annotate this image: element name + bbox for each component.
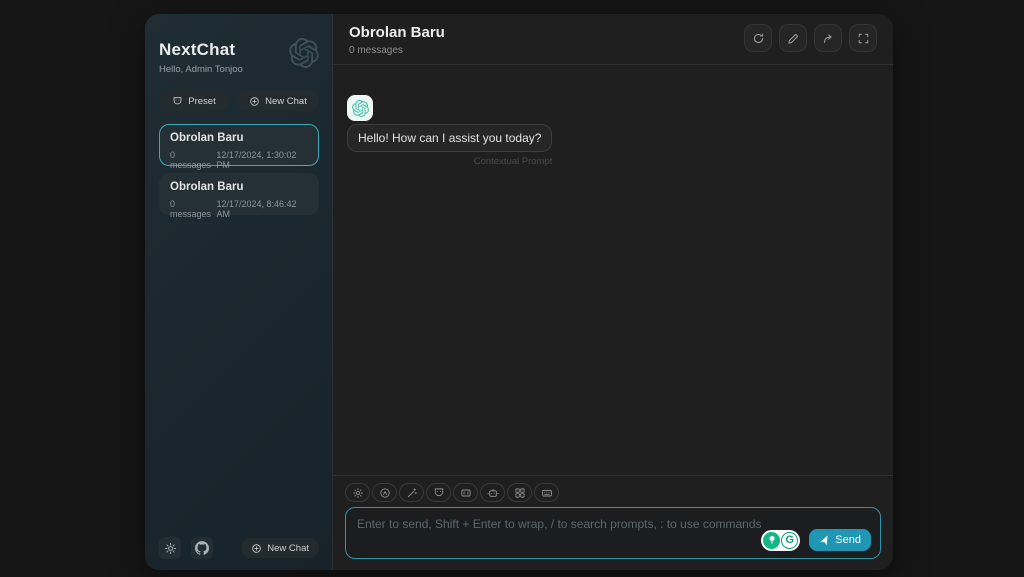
robot-icon [487,487,499,499]
chat-list: Obrolan Baru 0 messages 12/17/2024, 1:30… [159,124,319,215]
new-chat-button-top[interactable]: New Chat [237,91,319,111]
settings-button[interactable] [159,537,181,559]
send-button-label: Send [835,534,861,546]
theme-button[interactable] [372,483,397,502]
reload-button[interactable] [744,24,772,52]
keyboard-icon [541,487,553,499]
chat-title: Obrolan Baru [349,24,445,41]
plugins-button[interactable] [507,483,532,502]
chat-item-count: 0 messages [170,150,216,170]
rename-button[interactable] [779,24,807,52]
github-button[interactable] [191,537,213,559]
share-button[interactable] [814,24,842,52]
wand-icon [406,487,418,499]
grammarly-widget[interactable]: G [761,530,800,551]
chat-settings-button[interactable] [345,483,370,502]
new-chat-button-label: New Chat [265,96,307,107]
chat-item-date: 12/17/2024, 1:30:02 PM [216,150,308,170]
chat-pane: Obrolan Baru 0 messages [333,14,893,570]
clear-context-button[interactable] [453,483,478,502]
plus-circle-icon [251,543,262,554]
plugins-icon [514,487,526,499]
masks-button[interactable] [426,483,451,502]
paper-plane-icon [819,535,830,546]
chat-message-count: 0 messages [349,45,445,56]
nextchat-window: NextChat Hello, Admin Tonjoo Preset New … [145,14,893,570]
model-button[interactable] [480,483,505,502]
assistant-message-bubble: Hello! How can I assist you today? [347,124,552,152]
sidebar-footer: New Chat [159,537,319,559]
mask-icon [172,96,183,107]
assistant-avatar [347,95,373,121]
plus-circle-icon [249,96,260,107]
new-chat-bottom-label: New Chat [267,543,309,554]
header-actions [744,24,877,52]
sidebar-actions: Preset New Chat [159,91,319,111]
chat-item-date: 12/17/2024, 8:46:42 AM [216,199,308,219]
chat-list-item-2[interactable]: Obrolan Baru 0 messages 12/17/2024, 8:46… [159,173,319,215]
lightbulb-icon [763,532,780,549]
chat-item-title: Obrolan Baru [170,181,308,193]
assistant-message: Hello! How can I assist you today? Conte… [347,95,879,169]
preset-button[interactable]: Preset [159,91,229,111]
gear-icon [164,542,177,555]
new-chat-button-bottom[interactable]: New Chat [241,538,319,558]
grammarly-icon: G [781,532,798,549]
chat-list-item-1[interactable]: Obrolan Baru 0 messages 12/17/2024, 1:30… [159,124,319,166]
send-button[interactable]: Send [809,529,871,551]
composer-toolbar [345,483,881,502]
share-icon [822,32,835,45]
gear-icon [352,487,364,499]
reload-icon [752,32,765,45]
theme-icon [379,487,391,499]
github-icon [195,541,209,555]
context-prompt-label: Contextual Prompt [347,156,552,167]
chat-body: Hello! How can I assist you today? Conte… [333,65,893,475]
composer-area: G Send [333,475,893,570]
shortcuts-button[interactable] [534,483,559,502]
chat-header: Obrolan Baru 0 messages [333,14,893,65]
openai-logo-icon [289,38,319,68]
mask-icon [433,487,445,499]
sidebar: NextChat Hello, Admin Tonjoo Preset New … [145,14,333,570]
chat-item-title: Obrolan Baru [170,132,308,144]
clear-context-icon [460,487,472,499]
preset-button-label: Preset [188,96,215,107]
prompts-button[interactable] [399,483,424,502]
openai-avatar-icon [352,100,369,117]
fullscreen-button[interactable] [849,24,877,52]
chat-item-count: 0 messages [170,199,216,219]
composer: G Send [345,507,881,559]
fullscreen-icon [857,32,870,45]
edit-icon [787,32,800,45]
